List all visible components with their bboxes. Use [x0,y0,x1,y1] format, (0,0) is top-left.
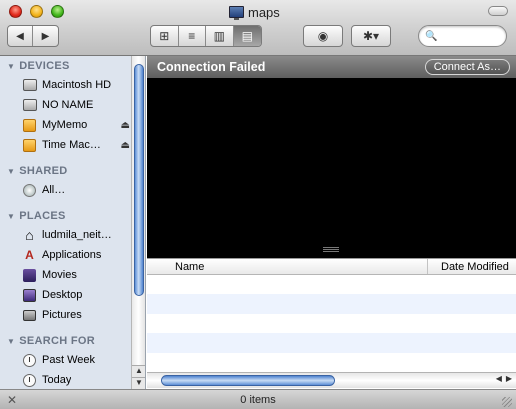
back-button[interactable]: ◀ [8,26,33,46]
view-mode-control: ⊞ ≡ ▥ ▤ [150,25,262,47]
splitter-grip-icon[interactable] [323,247,339,252]
places-section-header[interactable]: ▼ PLACES [7,210,66,222]
action-menu-control: ✱▾ [351,25,391,47]
shared-section-header[interactable]: ▼ SHARED [7,165,67,177]
toolbar-toggle-button[interactable] [488,6,508,16]
icon-view-button[interactable]: ⊞ [151,26,179,46]
hard-drive-icon [22,98,37,113]
sidebar-item-mymemo[interactable]: MyMemo ⏏ [22,116,130,134]
sidebar-item-no-name[interactable]: NO NAME [22,96,130,114]
scroll-right-arrow-icon[interactable]: ▶ [506,374,512,383]
connection-failed-message: Connection Failed [157,60,266,74]
connect-as-button[interactable]: Connect As… [424,59,510,75]
network-icon [22,183,37,198]
home-icon: ⌂ [25,227,34,243]
title-toolbar: maps ◀ ▶ ⊞ ≡ ▥ ▤ ◉ ✱▾ 🔍 [0,0,516,56]
sidebar-item-home[interactable]: ⌂ ludmila_neit… [22,226,130,244]
list-row [147,313,516,334]
scroll-down-arrow-icon[interactable]: ▼ [132,377,145,389]
quick-look-control: ◉ [303,25,343,47]
sidebar-scroll-thumb[interactable] [134,64,144,296]
search-input[interactable] [440,30,505,42]
sidebar-item-desktop[interactable]: Desktop [22,286,130,304]
search-field[interactable]: 🔍 [418,25,507,47]
sidebar-item-today[interactable]: Today [22,371,130,389]
applications-icon: A [25,248,34,262]
list-row [147,275,516,295]
eject-icon[interactable]: ⏏ [121,120,130,131]
eject-icon[interactable]: ⏏ [121,140,130,151]
file-list [147,275,516,372]
horizontal-scroll-thumb[interactable] [161,375,335,386]
connection-status-bar: Connection Failed Connect As… [147,56,516,78]
horizontal-scroll-arrows: ◀ ▶ [496,374,512,383]
column-view-button[interactable]: ▥ [206,26,234,46]
column-divider[interactable] [427,259,428,274]
sidebar-vertical-scrollbar[interactable]: ▲ ▼ [131,56,145,389]
list-column-header: Name Date Modified [147,258,516,275]
scroll-up-arrow-icon[interactable]: ▲ [132,365,145,377]
desktop-icon [22,288,37,303]
removable-disk-icon [22,138,37,153]
list-horizontal-scrollbar[interactable]: ◀ ▶ [147,372,516,388]
back-forward-control: ◀ ▶ [7,25,59,47]
disclosure-triangle-icon: ▼ [7,336,16,346]
devices-section-header[interactable]: ▼ DEVICES [7,60,70,72]
disclosure-triangle-icon: ▼ [7,61,16,71]
forward-button[interactable]: ▶ [33,26,58,46]
disclosure-triangle-icon: ▼ [7,211,16,221]
zoom-window-button[interactable] [51,5,64,18]
sidebar-item-time-machine[interactable]: Time Mac… ⏏ [22,136,130,154]
list-view-button[interactable]: ≡ [179,26,206,46]
date-modified-column-header[interactable]: Date Modified [441,261,509,273]
clock-icon [22,353,37,368]
cover-flow-view-button[interactable]: ▤ [233,26,261,46]
cover-flow-preview [147,78,516,258]
close-window-button[interactable] [9,5,22,18]
name-column-header[interactable]: Name [175,261,204,273]
movies-icon [22,268,37,283]
list-row [147,352,516,372]
action-menu-button[interactable]: ✱▾ [352,26,390,46]
tools-icon: ✕ [7,393,18,407]
clock-icon [22,373,37,388]
resize-grip-icon[interactable] [502,397,512,407]
quick-look-button[interactable]: ◉ [304,26,342,46]
sidebar-item-movies[interactable]: Movies [22,266,130,284]
search-for-section-header[interactable]: ▼ SEARCH FOR [7,335,95,347]
sidebar-item-applications[interactable]: A Applications [22,246,130,264]
status-bar: ✕ 0 items [0,389,516,409]
folder-icon [229,6,244,20]
disclosure-triangle-icon: ▼ [7,166,16,176]
item-count: 0 items [240,393,276,406]
sidebar-item-all-shared[interactable]: All… [22,181,130,199]
sidebar: ▼ DEVICES Macintosh HD NO NAME MyMemo ⏏ … [0,56,146,389]
window-title: maps [229,4,280,20]
sidebar-item-macintosh-hd[interactable]: Macintosh HD [22,76,130,94]
list-row [147,294,516,314]
pictures-icon [22,308,37,323]
hard-drive-icon [22,78,37,93]
scroll-left-arrow-icon[interactable]: ◀ [496,374,502,383]
sidebar-item-past-week[interactable]: Past Week [22,351,130,369]
search-icon: 🔍 [425,30,438,42]
minimize-window-button[interactable] [30,5,43,18]
list-row [147,333,516,353]
sidebar-item-pictures[interactable]: Pictures [22,306,130,324]
removable-disk-icon [22,118,37,133]
window-title-text: maps [248,4,280,20]
